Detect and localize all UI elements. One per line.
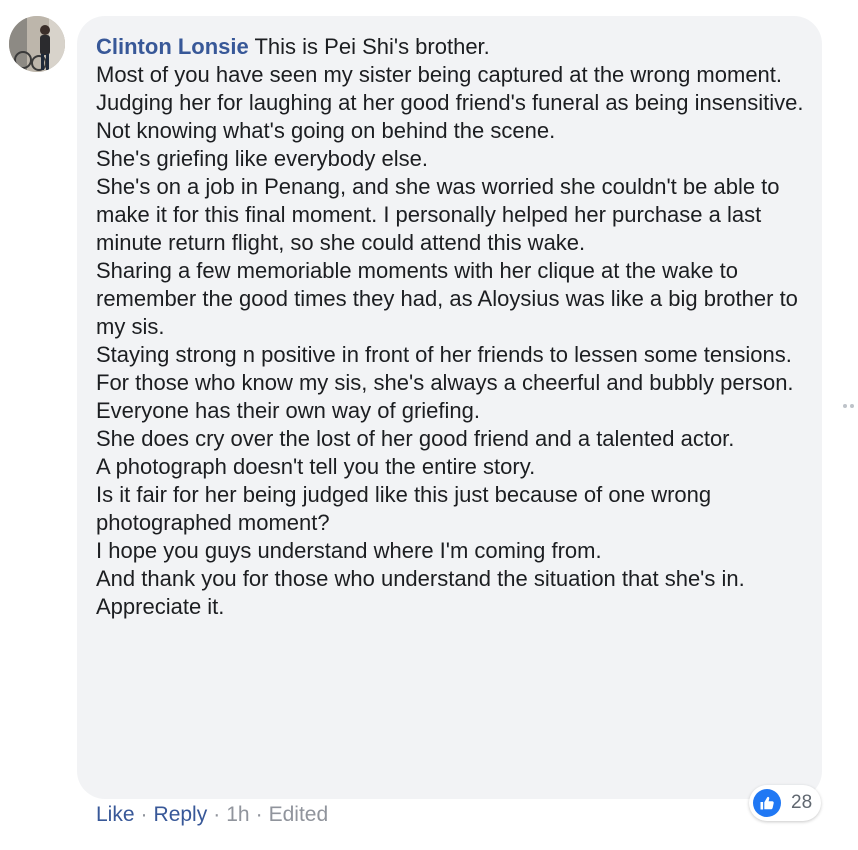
separator: · [255, 803, 263, 826]
reaction-count: 28 [791, 792, 813, 813]
comment-line: She's griefing like everybody else. [96, 146, 428, 171]
avatar[interactable] [9, 16, 65, 72]
comment-line: Most of you have seen my sister being ca… [96, 62, 783, 87]
separator: · [140, 803, 148, 826]
comment-line: This is Pei Shi's brother. [254, 34, 490, 59]
comment-line: Staying strong n positive in front of he… [96, 342, 792, 367]
separator: · [213, 803, 221, 826]
reply-button[interactable]: Reply [154, 803, 208, 826]
thumbs-up-icon [753, 789, 781, 817]
comment-line: Is it fair for her being judged like thi… [96, 482, 712, 535]
comment-line: A photograph doesn't tell you the entire… [96, 454, 536, 479]
comment-line: For those who know my sis, she's always … [96, 370, 794, 395]
comment-line: She does cry over the lost of her good f… [96, 426, 735, 451]
comment-text: Clinton Lonsie This is Pei Shi's brother… [96, 33, 804, 621]
more-options-icon[interactable] [843, 402, 858, 410]
like-button[interactable]: Like [96, 803, 135, 826]
comment-line: Not knowing what's going on behind the s… [96, 118, 556, 143]
comment-actions: Like · Reply · 1h · Edited [96, 803, 328, 827]
timestamp[interactable]: 1h [226, 803, 249, 826]
reaction-summary[interactable]: 28 [749, 785, 821, 821]
more-dot [843, 404, 847, 408]
comment-line: Judging her for laughing at her good fri… [96, 90, 804, 115]
comment-line: And thank you for those who understand t… [96, 566, 745, 619]
comment-line: I hope you guys understand where I'm com… [96, 538, 602, 563]
comment-author[interactable]: Clinton Lonsie [96, 34, 249, 59]
more-dot [850, 404, 854, 408]
comment-line: Everyone has their own way of griefing. [96, 398, 480, 423]
comment-line: Sharing a few memoriable moments with he… [96, 258, 798, 339]
avatar-photo [9, 16, 65, 72]
comment-line: She's on a job in Penang, and she was wo… [96, 174, 780, 255]
edited-label[interactable]: Edited [269, 803, 329, 826]
comment-bubble: Clinton Lonsie This is Pei Shi's brother… [77, 16, 822, 799]
